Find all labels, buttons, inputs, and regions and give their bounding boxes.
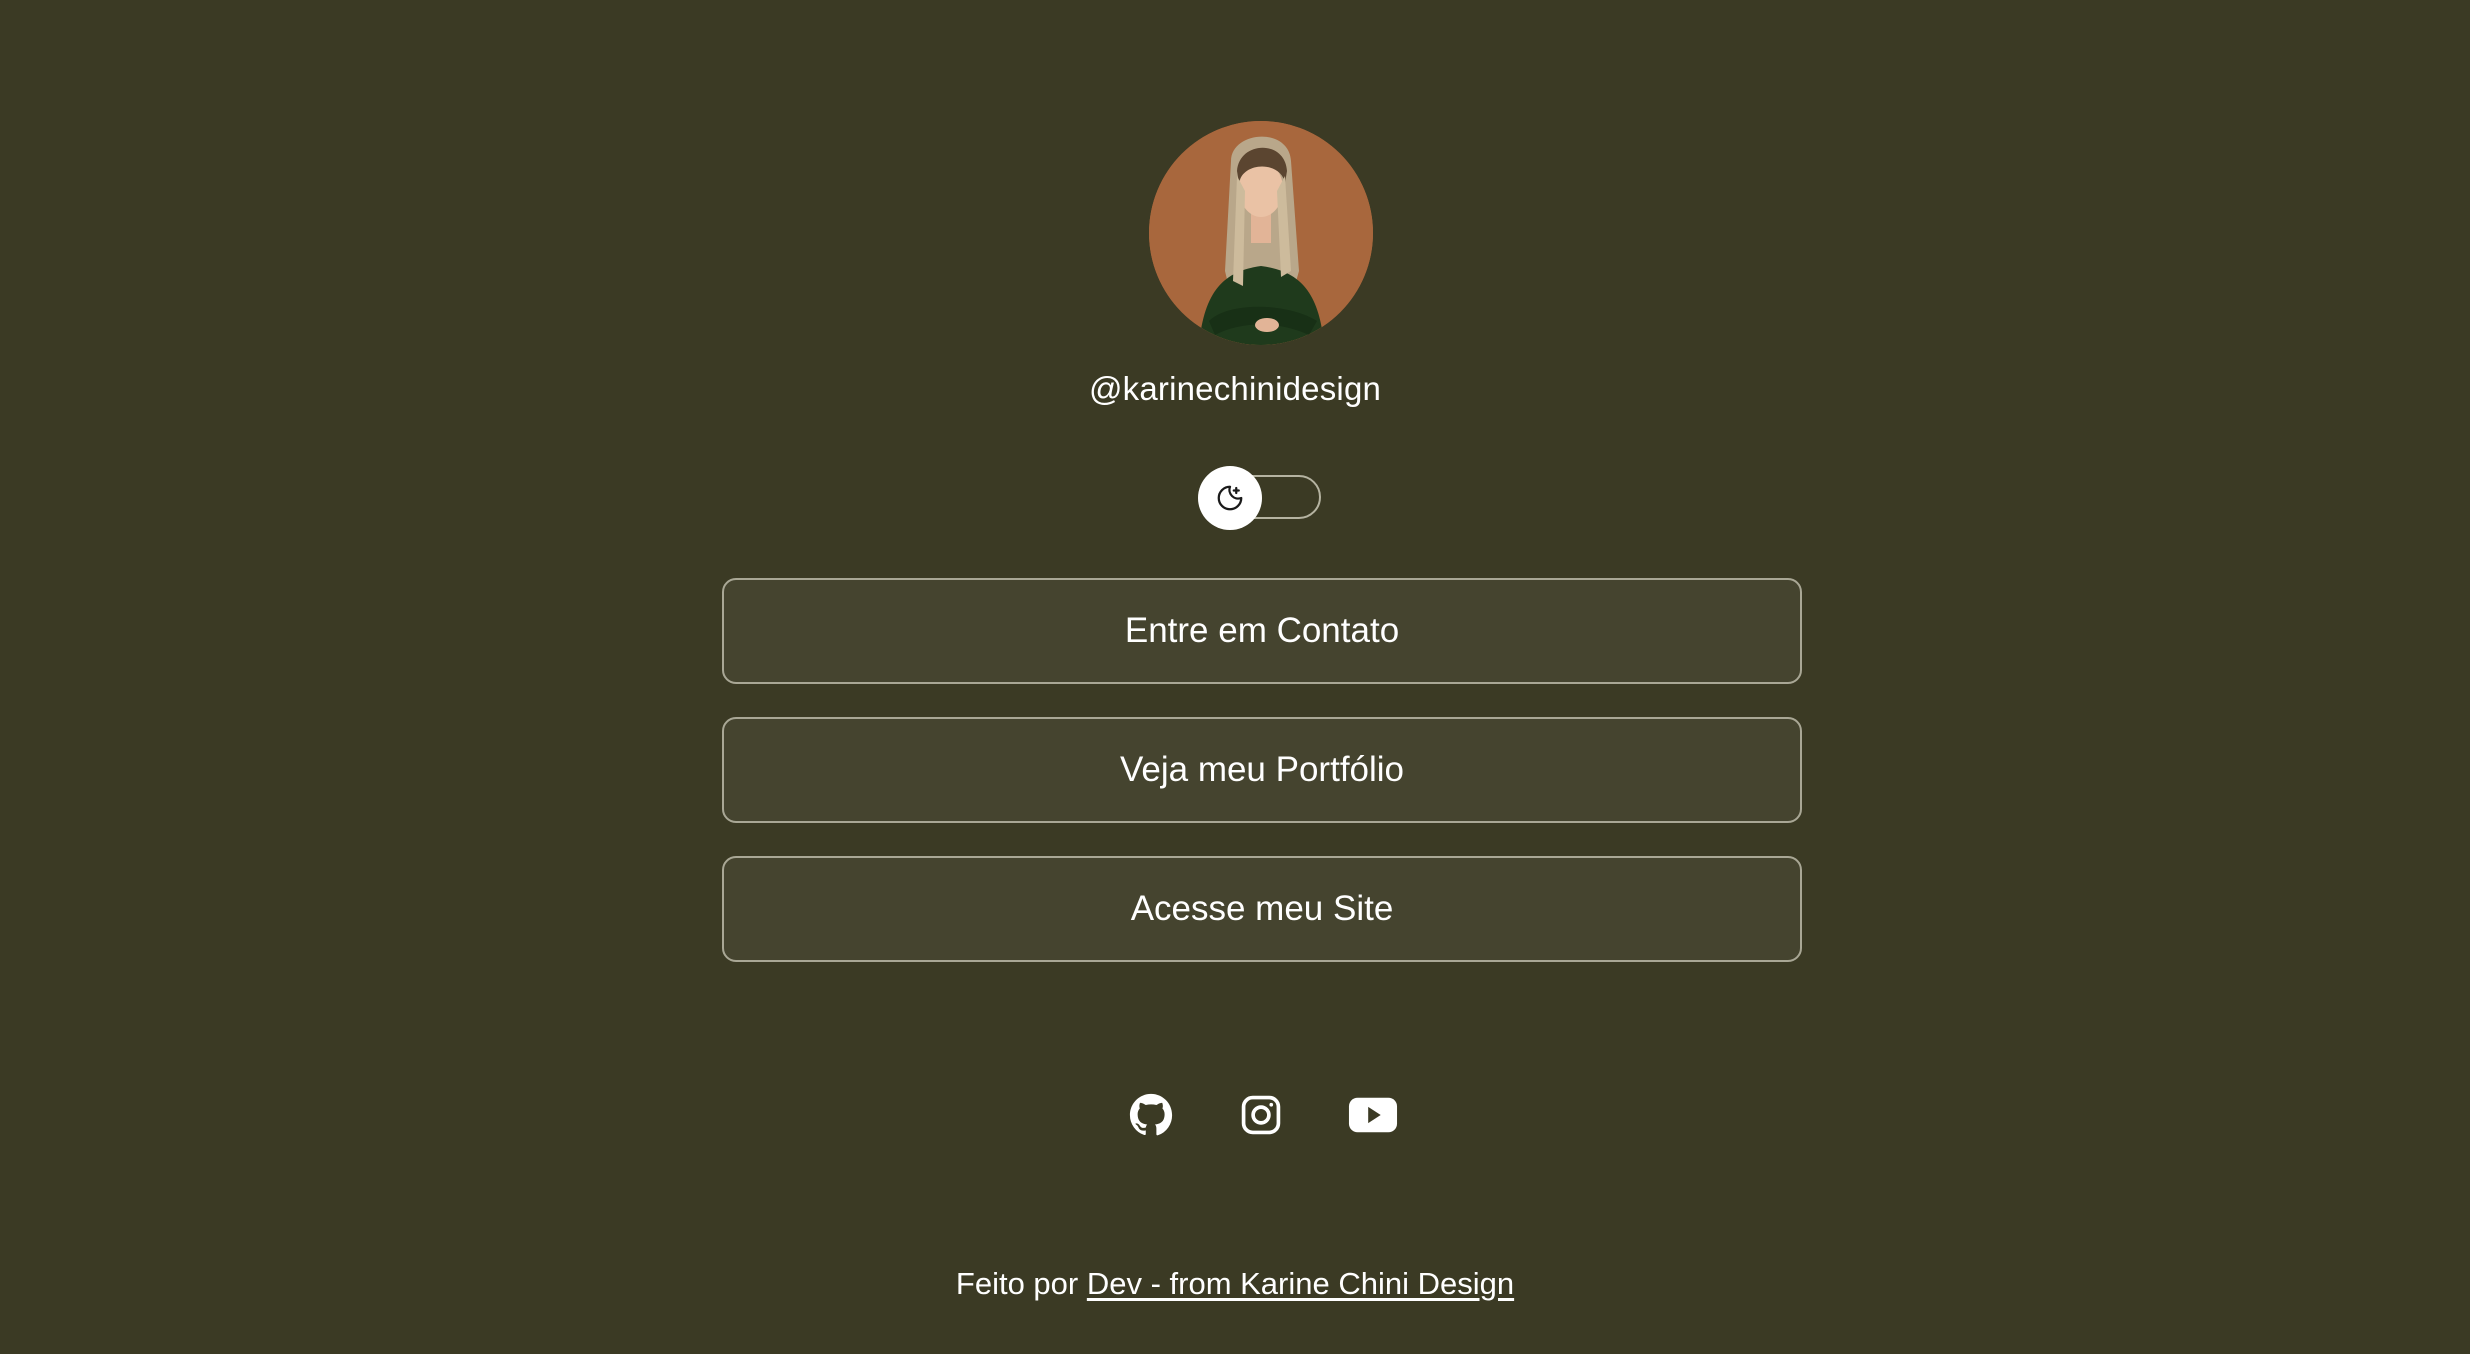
footer-prefix: Feito por: [955, 1266, 1087, 1301]
github-link[interactable]: [1126, 1090, 1176, 1140]
youtube-icon: [1348, 1097, 1398, 1133]
github-icon: [1129, 1093, 1173, 1136]
contact-button[interactable]: Entre em Contato: [722, 578, 1802, 684]
instagram-link[interactable]: [1236, 1090, 1286, 1140]
linktree-page: @karinechinidesign Entre em Contato Veja…: [0, 0, 2470, 1354]
website-button[interactable]: Acesse meu Site: [722, 856, 1802, 962]
moon-stars-icon: [1217, 485, 1243, 511]
instagram-icon: [1241, 1095, 1281, 1135]
avatar: [1149, 121, 1373, 345]
toggle-knob[interactable]: [1198, 466, 1262, 530]
theme-toggle[interactable]: [1198, 466, 1325, 530]
portfolio-button[interactable]: Veja meu Portfólio: [722, 717, 1802, 823]
footer: Feito por Dev - from Karine Chini Design: [0, 1266, 2470, 1302]
username: @karinechinidesign: [1088, 370, 1382, 407]
youtube-link[interactable]: [1348, 1090, 1398, 1140]
footer-credit-link[interactable]: Dev - from Karine Chini Design: [1087, 1266, 1514, 1301]
profile-photo: [1149, 121, 1373, 345]
